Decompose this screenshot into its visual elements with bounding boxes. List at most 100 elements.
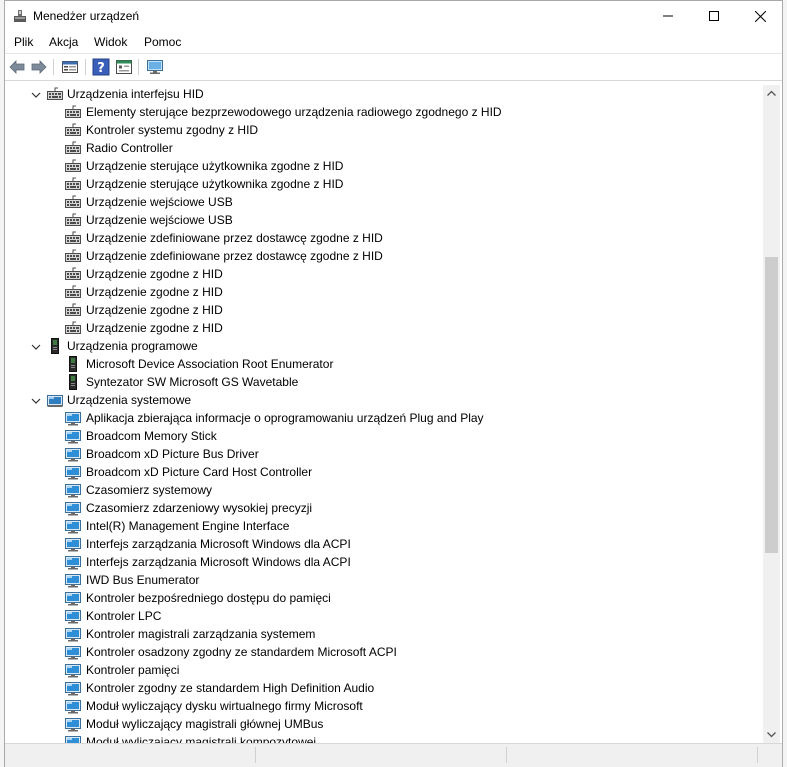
tree-device-row[interactable]: Kontroler LPC xyxy=(5,607,763,625)
device-label: Moduł wyliczający magistrali głównej UMB… xyxy=(86,717,324,731)
system-device-icon xyxy=(65,536,81,552)
system-device-icon xyxy=(65,518,81,534)
device-label: Urządzenie sterujące użytkownika zgodne … xyxy=(86,159,344,173)
tree-device-row[interactable]: Interfejs zarządzania Microsoft Windows … xyxy=(5,535,763,553)
device-label: Urządzenie zgodne z HID xyxy=(86,303,223,317)
toolbar-separator xyxy=(138,59,139,75)
status-bar-pane xyxy=(507,747,758,763)
toolbar: ? xyxy=(5,54,782,81)
back-button[interactable] xyxy=(8,58,26,76)
tree-device-row[interactable]: Broadcom Memory Stick xyxy=(5,427,763,445)
system-device-icon xyxy=(65,464,81,480)
tree-device-row[interactable]: Urządzenie zdefiniowane przez dostawcę z… xyxy=(5,229,763,247)
tree-device-row[interactable]: Kontroler systemu zgodny z HID xyxy=(5,121,763,139)
tree-device-row[interactable]: Urządzenie zgodne z HID xyxy=(5,265,763,283)
device-label: Kontroler magistrali zarządzania systeme… xyxy=(86,627,316,641)
system-device-icon xyxy=(65,662,81,678)
system-device-icon xyxy=(65,608,81,624)
tree-device-row[interactable]: Microsoft Device Association Root Enumer… xyxy=(5,355,763,373)
tree-device-row[interactable]: Kontroler bezpośredniego dostępu do pami… xyxy=(5,589,763,607)
help-button[interactable]: ? xyxy=(92,58,110,76)
tree-device-row[interactable]: Syntezator SW Microsoft GS Wavetable xyxy=(5,373,763,391)
tree-device-row[interactable]: Elementy sterujące bezprzewodowego urząd… xyxy=(5,103,763,121)
menu-pomoc[interactable]: Pomoc xyxy=(141,34,184,50)
hid-keyboard-icon xyxy=(65,230,81,246)
tree-category-row[interactable]: Urządzenia systemowe xyxy=(5,391,763,409)
device-manager-app-icon xyxy=(12,8,28,24)
status-bar-pane xyxy=(5,747,256,763)
show-hidden-button[interactable] xyxy=(115,58,133,76)
chevron-down-icon[interactable] xyxy=(31,341,41,351)
close-button[interactable] xyxy=(737,1,783,31)
scrollbar-thumb[interactable] xyxy=(765,257,778,553)
scroll-up-icon[interactable] xyxy=(767,89,776,98)
system-device-icon xyxy=(65,428,81,444)
software-device-icon xyxy=(65,374,81,390)
tree-device-row[interactable]: Aplikacja zbierająca informacje o oprogr… xyxy=(5,409,763,427)
device-tree[interactable]: Urządzenia interfejsu HID Elementy steruj… xyxy=(5,85,763,743)
tree-device-row[interactable]: Czasomierz systemowy xyxy=(5,481,763,499)
device-label: Intel(R) Management Engine Interface xyxy=(86,519,290,533)
menu-plik[interactable]: Plik xyxy=(11,34,36,50)
tree-device-row[interactable]: Moduł wyliczający magistrali kompozytowe… xyxy=(5,733,763,743)
tree-device-row[interactable]: Intel(R) Management Engine Interface xyxy=(5,517,763,535)
system-device-icon xyxy=(65,680,81,696)
title-bar: Menedżer urządzeń xyxy=(5,1,782,31)
tree-device-row[interactable]: Urządzenie wejściowe USB xyxy=(5,211,763,229)
tree-device-row[interactable]: Broadcom xD Picture Card Host Controller xyxy=(5,463,763,481)
hid-keyboard-icon xyxy=(65,320,81,336)
system-device-icon xyxy=(65,698,81,714)
menu-widok[interactable]: Widok xyxy=(91,34,130,50)
system-device-icon xyxy=(65,590,81,606)
properties-button[interactable] xyxy=(61,58,79,76)
tree-device-row[interactable]: Urządzenie zgodne z HID xyxy=(5,301,763,319)
device-label: Urządzenie wejściowe USB xyxy=(86,213,233,227)
device-label: Urządzenie zdefiniowane przez dostawcę z… xyxy=(86,249,383,263)
tree-device-row[interactable]: Kontroler pamięci xyxy=(5,661,763,679)
tree-device-row[interactable]: Kontroler magistrali zarządzania systeme… xyxy=(5,625,763,643)
tree-device-row[interactable]: Urządzenie wejściowe USB xyxy=(5,193,763,211)
category-label: Urządzenia interfejsu HID xyxy=(67,87,204,101)
minimize-button[interactable] xyxy=(645,1,691,31)
status-bar-pane xyxy=(256,747,507,763)
tree-category-row[interactable]: Urządzenia programowe xyxy=(5,337,763,355)
menu-akcja[interactable]: Akcja xyxy=(46,34,81,50)
forward-button[interactable] xyxy=(30,58,48,76)
tree-device-row[interactable]: Kontroler zgodny ze standardem High Defi… xyxy=(5,679,763,697)
chevron-down-icon[interactable] xyxy=(31,395,41,405)
device-label: Kontroler systemu zgodny z HID xyxy=(86,123,259,137)
back-arrow-icon xyxy=(9,60,25,74)
device-label: Urządzenie sterujące użytkownika zgodne … xyxy=(86,177,344,191)
hid-keyboard-icon xyxy=(65,122,81,138)
tree-category-row[interactable]: Urządzenia interfejsu HID xyxy=(5,85,763,103)
device-label: Radio Controller xyxy=(86,141,173,155)
tree-device-row[interactable]: Urządzenie zgodne z HID xyxy=(5,319,763,337)
tree-device-row[interactable]: Kontroler osadzony zgodny ze standardem … xyxy=(5,643,763,661)
device-label: Kontroler LPC xyxy=(86,609,162,623)
software-device-icon xyxy=(65,356,81,372)
tree-device-row[interactable]: Moduł wyliczający magistrali głównej UMB… xyxy=(5,715,763,733)
tree-device-row[interactable]: Broadcom xD Picture Bus Driver xyxy=(5,445,763,463)
tree-device-row[interactable]: Interfejs zarządzania Microsoft Windows … xyxy=(5,553,763,571)
tree-device-row[interactable]: Czasomierz zdarzeniowy wysokiej precyzji xyxy=(5,499,763,517)
scroll-down-icon[interactable] xyxy=(767,730,776,739)
scan-hardware-button[interactable] xyxy=(146,58,164,76)
device-label: Kontroler bezpośredniego dostępu do pami… xyxy=(86,591,331,605)
hid-keyboard-icon xyxy=(65,176,81,192)
tree-device-row[interactable]: Urządzenie zgodne z HID xyxy=(5,283,763,301)
tree-device-row[interactable]: Urządzenie sterujące użytkownika zgodne … xyxy=(5,157,763,175)
tree-device-row[interactable]: IWD Bus Enumerator xyxy=(5,571,763,589)
toolbar-separator xyxy=(85,59,86,75)
tree-device-row[interactable]: Radio Controller xyxy=(5,139,763,157)
system-device-icon xyxy=(65,446,81,462)
chevron-down-icon[interactable] xyxy=(31,89,41,99)
tree-device-row[interactable]: Moduł wyliczający dysku wirtualnego firm… xyxy=(5,697,763,715)
properties-icon xyxy=(62,61,78,73)
help-icon: ? xyxy=(92,58,110,76)
minimize-icon xyxy=(663,15,673,17)
device-label: Broadcom xD Picture Bus Driver xyxy=(86,447,259,461)
tree-device-row[interactable]: Urządzenie sterujące użytkownika zgodne … xyxy=(5,175,763,193)
maximize-button[interactable] xyxy=(691,1,737,31)
tree-device-row[interactable]: Urządzenie zdefiniowane przez dostawcę z… xyxy=(5,247,763,265)
vertical-scrollbar[interactable] xyxy=(763,85,780,743)
